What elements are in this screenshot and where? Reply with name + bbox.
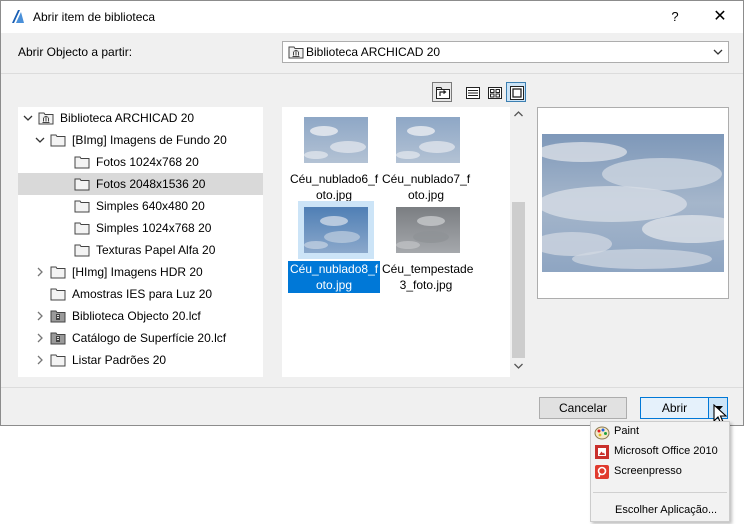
thumbnail-grid[interactable]: Céu_nublado6_f oto.jpg Céu_nublado7_f oto.j… (282, 107, 527, 377)
scroll-up-icon[interactable] (514, 111, 523, 117)
tree-item[interactable]: Amostras IES para Luz 20 (18, 283, 263, 305)
dialog-window: Abrir item de biblioteca ? ✕ Abrir Objec… (0, 0, 744, 426)
folder-icon (74, 178, 90, 191)
folder-icon (50, 134, 66, 147)
tree-expand-icon[interactable] (35, 354, 45, 366)
thumbnail-image (396, 207, 460, 253)
tree-item-label: Biblioteca Objecto 20.lcf (72, 309, 201, 323)
tree-collapse-icon[interactable] (35, 134, 45, 146)
small-thumbnails-icon (488, 87, 502, 99)
grid-scrollbar[interactable] (510, 107, 527, 377)
close-button[interactable]: ✕ (705, 5, 735, 29)
tree-item[interactable]: Texturas Papel Alfa 20 (18, 239, 263, 261)
tree-expand-icon[interactable] (35, 332, 45, 344)
folder-up-icon (436, 87, 450, 99)
thumbnail-caption-line: Céu_nublado6_f (290, 172, 379, 186)
menu-separator (593, 492, 727, 493)
menu-item-choose-application[interactable]: Escolher Aplicação... (615, 504, 717, 516)
tree-item[interactable]: Fotos 1024x768 20 (18, 151, 263, 173)
library-icon (288, 46, 304, 59)
library-folder-icon (38, 112, 54, 125)
tree-item-label: Catálogo de Superfície 20.lcf (72, 331, 227, 345)
thumbnail-caption-line: oto.jpg (315, 278, 353, 292)
tree-item[interactable]: Simples 640x480 20 (18, 195, 263, 217)
preview-panel (537, 107, 729, 299)
thumbnail-caption-line: Céu_nublado7_f (382, 172, 471, 186)
source-dropdown-value: Biblioteca ARCHICAD 20 (306, 45, 441, 59)
tree-expand-icon[interactable] (35, 266, 45, 278)
menu-item-paint[interactable]: Paint (591, 422, 729, 442)
source-dropdown[interactable]: Biblioteca ARCHICAD 20 (282, 41, 729, 63)
cancel-button[interactable]: Cancelar (539, 397, 627, 419)
folder-icon (50, 266, 66, 279)
tree-item-label: Amostras IES para Luz 20 (72, 287, 213, 301)
folder-icon (74, 156, 90, 169)
list-view-button[interactable] (462, 82, 482, 102)
thumbnail-item[interactable]: Céu_tempestade 3_foto.jpg (380, 197, 474, 297)
lcf-archive-icon (50, 332, 66, 345)
tree-expand-icon[interactable] (35, 310, 45, 322)
tree-item[interactable]: Simples 1024x768 20 (18, 217, 263, 239)
tree-item[interactable]: Biblioteca Objecto 20.lcf (18, 305, 263, 327)
thumbnail-image (304, 117, 368, 163)
thumbnail-caption: Céu_tempestade 3_foto.jpg (380, 261, 474, 293)
up-one-level-button[interactable] (432, 82, 452, 102)
tree-item-label: Texturas Papel Alfa 20 (96, 243, 216, 257)
tree-item-label: Simples 640x480 20 (96, 199, 205, 213)
tree-item[interactable]: Listar Padrões 20 (18, 349, 263, 371)
menu-item-screenpresso[interactable]: Screenpresso (591, 462, 729, 482)
folder-icon (50, 354, 66, 367)
library-tree[interactable]: Biblioteca ARCHICAD 20 [BImg] Imagens de … (18, 107, 263, 377)
tree-item[interactable]: [HImg] Imagens HDR 20 (18, 261, 263, 283)
folder-icon (50, 288, 66, 301)
dialog-title: Abrir item de biblioteca (33, 10, 156, 24)
thumbnail-caption-line: Céu_tempestade (382, 262, 474, 276)
chevron-down-icon (713, 49, 723, 55)
office-picture-icon (595, 445, 609, 459)
divider (1, 73, 743, 74)
tree-item-label: Simples 1024x768 20 (96, 221, 212, 235)
tree-item-label: [BImg] Imagens de Fundo 20 (72, 133, 227, 147)
tree-item[interactable]: Catálogo de Superfície 20.lcf (18, 327, 263, 349)
help-button[interactable]: ? (661, 5, 689, 29)
thumbnail-caption: Céu_nublado8_f oto.jpg (288, 261, 380, 293)
tree-collapse-icon[interactable] (23, 112, 33, 124)
tree-item-label: Listar Padrões 20 (72, 353, 167, 367)
tree-item[interactable]: [BImg] Imagens de Fundo 20 (18, 129, 263, 151)
screenpresso-icon (595, 465, 609, 479)
open-button[interactable]: Abrir (640, 397, 708, 419)
tree-item-label: Fotos 1024x768 20 (96, 155, 199, 169)
thumbnail-item[interactable]: Céu_nublado6_f oto.jpg (288, 107, 380, 207)
archicad-app-icon (12, 10, 24, 23)
source-label: Abrir Objecto a partir: (18, 45, 133, 59)
list-view-icon (466, 87, 480, 99)
preview-image (542, 134, 724, 272)
menu-item-microsoft-office[interactable]: Microsoft Office 2010 (591, 442, 729, 462)
tree-item-label: [HImg] Imagens HDR 20 (72, 265, 203, 279)
thumbnail-image (396, 117, 460, 163)
large-thumbnails-icon (510, 86, 524, 100)
lcf-archive-icon (50, 310, 66, 323)
thumbnail-item[interactable]: Céu_nublado8_f oto.jpg (288, 197, 380, 297)
divider (1, 387, 743, 388)
small-thumbnails-button[interactable] (484, 82, 504, 102)
folder-icon (74, 244, 90, 257)
tree-item-label: Biblioteca ARCHICAD 20 (60, 111, 195, 125)
thumbnail-image (298, 201, 374, 259)
large-thumbnails-button[interactable] (506, 82, 526, 102)
tree-item-label: Fotos 2048x1536 20 (96, 177, 206, 191)
folder-icon (74, 200, 90, 213)
tree-item[interactable]: Fotos 2048x1536 20 (18, 173, 263, 195)
open-with-menu: Paint Microsoft Office 2010 Screenpresso… (590, 421, 730, 522)
thumbnail-caption-line: Céu_nublado8_f (290, 262, 379, 276)
folder-icon (74, 222, 90, 235)
tree-item[interactable]: Biblioteca ARCHICAD 20 (18, 107, 263, 129)
scrollbar-thumb[interactable] (512, 202, 525, 358)
thumbnail-caption-line: 3_foto.jpg (399, 278, 453, 292)
thumbnail-item[interactable]: Céu_nublado7_f oto.jpg (380, 107, 472, 207)
title-bar[interactable]: Abrir item de biblioteca ? ✕ (1, 1, 743, 33)
paint-icon (594, 426, 610, 440)
scroll-down-icon[interactable] (514, 363, 523, 369)
